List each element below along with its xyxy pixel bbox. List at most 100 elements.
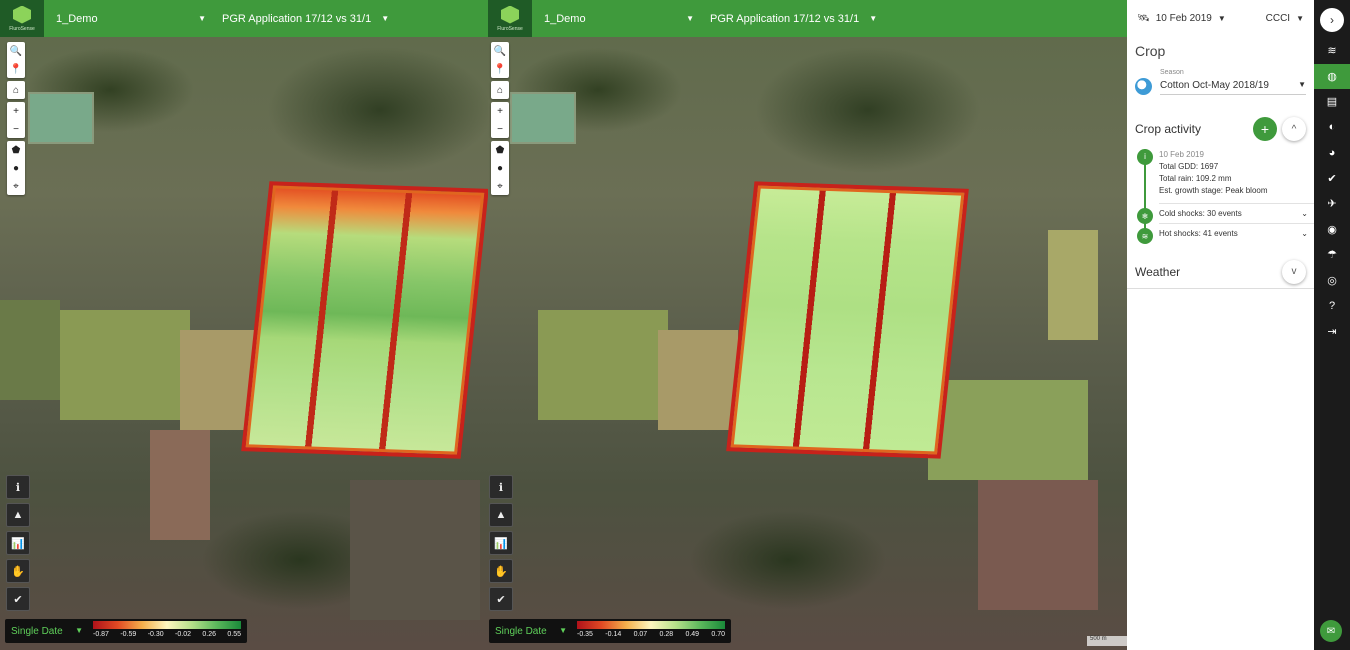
pie-icon[interactable]: ◕	[1314, 140, 1350, 166]
home-icon[interactable]: ⌂	[491, 81, 509, 99]
cold-shocks-row[interactable]: ❄ Cold shocks: 30 events ⌄	[1137, 203, 1314, 224]
caret-down-icon: ▼	[869, 14, 878, 23]
marker-icon[interactable]: ⌖	[7, 177, 25, 195]
polygon-icon[interactable]: ⬟	[491, 141, 509, 159]
legend-tick: -0.30	[147, 631, 164, 638]
caret-down-icon: ▼	[686, 14, 694, 23]
caret-down-icon: ▼	[1298, 80, 1306, 89]
chart-icon[interactable]: 📊	[489, 531, 513, 555]
globe-icon[interactable]: ◍	[1314, 63, 1350, 89]
analysis-tools: ℹ ▲ 📊 ✋ ✔	[6, 475, 30, 615]
warning-icon[interactable]: ▲	[489, 503, 513, 527]
field-ndvi-overlay[interactable]	[726, 181, 969, 459]
collapse-button[interactable]: ^	[1282, 117, 1306, 141]
zoom-out-button[interactable]: −	[491, 120, 509, 138]
warning-icon[interactable]: ▲	[6, 503, 30, 527]
paddock	[0, 300, 60, 400]
crop-activity-title: Crop activity	[1135, 122, 1202, 136]
polygon-icon[interactable]: ⬟	[7, 141, 25, 159]
compass-icon[interactable]: ✈	[1314, 191, 1350, 217]
heat-icon: ≋	[1137, 228, 1153, 244]
project-select[interactable]: 1_Demo ▼	[544, 13, 694, 25]
sensor-icon[interactable]: ◉	[1314, 217, 1350, 243]
legend-tick: -0.87	[93, 631, 109, 638]
date-mode-select[interactable]: Single Date ▼	[495, 626, 567, 637]
circle-icon[interactable]: ●	[491, 159, 509, 177]
flurosense-logo[interactable]: FluroSense	[488, 0, 532, 37]
crop-activity-header: Crop activity + ^	[1127, 117, 1314, 141]
check-icon[interactable]: ✔	[489, 587, 513, 611]
circle-icon[interactable]: ●	[7, 159, 25, 177]
field-ndvi-overlay[interactable]	[241, 181, 488, 459]
user-icon[interactable]: ◎	[1314, 268, 1350, 294]
compare-select[interactable]: PGR Application 17/12 vs 31/1 ▼	[710, 13, 877, 25]
legend-scale: -0.87 -0.59 -0.30 -0.02 0.26 0.55	[93, 621, 241, 641]
compare-select[interactable]: PGR Application 17/12 vs 31/1 ▼	[222, 13, 389, 25]
marker-icon[interactable]: ⌖	[491, 177, 509, 195]
hot-shocks-row[interactable]: ≋ Hot shocks: 41 events ⌄	[1137, 223, 1314, 244]
crop-panel: 🛰 10 Feb 2019 ▼ CCCI ▼ Crop Season Cotto…	[1127, 0, 1314, 650]
zoom-in-button[interactable]: +	[7, 102, 25, 120]
legend-scale: -0.35 -0.14 0.07 0.28 0.49 0.70	[577, 621, 725, 641]
paddock	[350, 480, 480, 620]
check-circle-icon[interactable]: ✔	[1314, 166, 1350, 192]
pond	[28, 92, 94, 144]
pin-icon[interactable]: 📍	[7, 60, 25, 78]
paddock	[60, 310, 190, 420]
date-select[interactable]: 🛰 10 Feb 2019 ▼	[1137, 13, 1226, 24]
contrast-icon[interactable]: ◐	[1314, 115, 1350, 141]
expand-button[interactable]: v	[1282, 259, 1306, 284]
info-icon[interactable]: ℹ	[6, 475, 30, 499]
logout-icon[interactable]: ⇥	[1314, 319, 1350, 345]
paddock	[538, 310, 668, 420]
caret-down-icon: ▼	[559, 625, 567, 635]
date-mode-select[interactable]: Single Date ▼	[11, 626, 83, 637]
weather-title: Weather	[1135, 264, 1181, 279]
legend-tick: -0.35	[577, 631, 593, 638]
app-root: FluroSense 1_Demo ▼ PGR Application 17/1…	[0, 0, 1350, 650]
flurosense-logo[interactable]: FluroSense	[0, 0, 44, 37]
chat-button[interactable]: ✉	[1320, 620, 1342, 642]
legend-tick: 0.49	[685, 631, 700, 638]
pin-icon[interactable]: 📍	[491, 60, 509, 78]
help-icon[interactable]: ?	[1314, 293, 1350, 319]
home-icon[interactable]: ⌂	[7, 81, 25, 99]
weather-header[interactable]: Weather v	[1127, 255, 1314, 289]
activity-entry: i 10 Feb 2019 Total GDD: 1697 Total rain…	[1137, 149, 1314, 203]
season-row: Cotton Oct-May 2018/19 ▼	[1127, 77, 1314, 95]
zoom-out-button[interactable]: −	[7, 120, 25, 138]
search-icon[interactable]: 🔍	[491, 42, 509, 60]
chevron-down-icon: ⌄	[1301, 229, 1308, 238]
legend-tick: 0.70	[711, 631, 725, 638]
season-label: Season	[1160, 69, 1184, 76]
add-activity-button[interactable]: +	[1253, 117, 1277, 141]
hand-icon[interactable]: ✋	[6, 559, 30, 583]
hand-icon[interactable]: ✋	[489, 559, 513, 583]
legend-tick: 0.28	[659, 631, 674, 638]
scale-bar: 500 m	[1087, 636, 1127, 646]
paddock	[658, 330, 738, 430]
left-map[interactable]	[0, 0, 488, 650]
legend-gradient	[577, 621, 725, 629]
logo-icon	[13, 5, 31, 24]
info-icon[interactable]: ℹ	[489, 475, 513, 499]
right-rail: › ≋ ◍ ▤ ◐ ◕ ✔ ✈ ◉ ☂ ◎? ⇥ ✉	[1314, 0, 1350, 650]
check-icon[interactable]: ✔	[6, 587, 30, 611]
layers-icon[interactable]: ≋	[1314, 38, 1350, 64]
left-topbar: FluroSense 1_Demo ▼ PGR Application 17/1…	[0, 0, 488, 37]
legend-tick: -0.14	[605, 631, 622, 638]
legend-gradient	[93, 621, 241, 629]
caret-down-icon: ▼	[1296, 14, 1304, 23]
color-legend: Single Date ▼ -0.35 -0.14 0.07 0.28 0.49…	[489, 619, 731, 643]
project-select[interactable]: 1_Demo ▼	[56, 13, 206, 25]
legend-tick: 0.26	[202, 631, 216, 638]
index-select[interactable]: CCCI ▼	[1266, 13, 1304, 24]
database-icon[interactable]: ▤	[1314, 89, 1350, 115]
search-icon[interactable]: 🔍	[7, 42, 25, 60]
season-select[interactable]: Cotton Oct-May 2018/19 ▼	[1160, 77, 1306, 95]
cotton-icon	[1135, 77, 1152, 95]
zoom-in-button[interactable]: +	[491, 102, 509, 120]
umbrella-icon[interactable]: ☂	[1314, 242, 1350, 268]
expand-rail-button[interactable]: ›	[1320, 8, 1344, 32]
chart-icon[interactable]: 📊	[6, 531, 30, 555]
